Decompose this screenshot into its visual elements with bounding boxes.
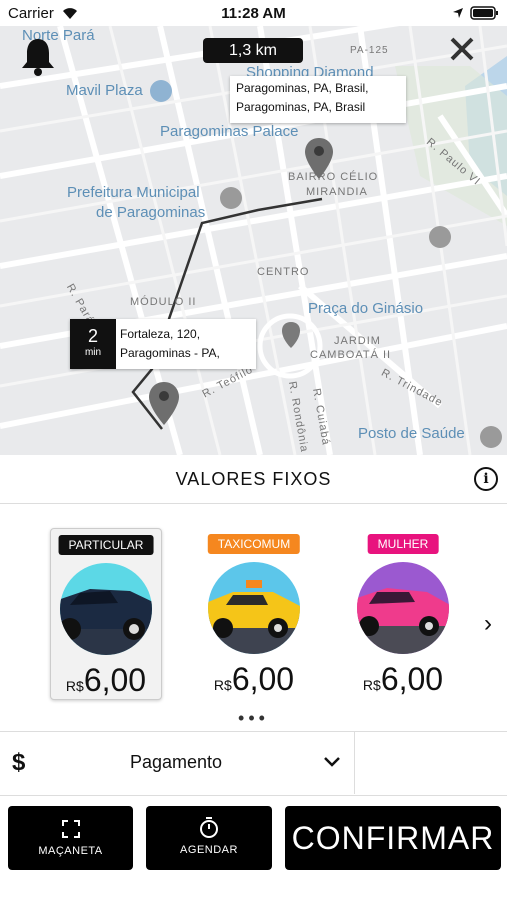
destination-line-2: Paragominas, PA, Brasil — [236, 100, 366, 114]
payment-select[interactable]: Pagamento — [130, 752, 222, 773]
price-value: 6,00 — [83, 662, 147, 698]
agendar-label: AGENDAR — [180, 844, 238, 856]
currency-label: R$ — [65, 678, 84, 694]
chevron-down-icon[interactable] — [323, 756, 341, 768]
payment-row[interactable] — [0, 731, 507, 796]
map-label-praca: Praça do Ginásio — [308, 300, 424, 317]
vehicle-badge: MULHER — [367, 534, 439, 554]
close-icon[interactable] — [449, 36, 475, 62]
currency-label: R$ — [213, 677, 232, 693]
destination-line-1: Paragominas, PA, Brasil, — [236, 81, 369, 95]
eta-value: 2 — [87, 326, 98, 346]
macaneta-button[interactable]: MAÇANETA — [8, 806, 133, 870]
page-indicator: ••• — [238, 708, 269, 728]
vehicle-badge: PARTICULAR — [58, 535, 154, 555]
expand-icon — [61, 820, 80, 838]
battery-icon — [470, 6, 498, 20]
fixed-prices-title: VALORES FIXOS — [175, 469, 332, 489]
distance-badge: 1,3 km — [203, 38, 303, 63]
map-area-jardim-2: CAMBOATÁ II — [310, 349, 392, 361]
map-label-mavil: Mavil Plaza — [66, 82, 143, 99]
vehicle-price: R$6,00 — [199, 661, 309, 698]
origin-line-1: Fortaleza, 120, — [120, 327, 201, 341]
origin-pin-icon[interactable] — [148, 381, 180, 427]
price-value: 6,00 — [380, 661, 444, 697]
vehicle-price: R$6,00 — [51, 662, 161, 699]
map-area-jardim-1: JARDIM — [334, 335, 381, 347]
fixed-prices-header: VALORES FIXOS — [0, 455, 507, 504]
vehicle-badge: TAXICOMUM — [207, 534, 301, 554]
agendar-button[interactable]: AGENDAR — [146, 806, 272, 870]
divider — [354, 731, 355, 794]
vehicle-option-mulher[interactable]: MULHER R$6,00 — [348, 528, 458, 698]
car-pink-icon — [357, 562, 449, 654]
vehicle-option-taxicomum[interactable]: TAXICOMUM R$6,00 — [199, 528, 309, 698]
destination-pin-icon[interactable] — [304, 137, 334, 181]
car-icon — [60, 563, 152, 655]
confirm-button[interactable]: CONFIRMAR — [285, 806, 501, 870]
map-label-posto: Posto de Saúde — [358, 425, 465, 442]
price-value: 6,00 — [231, 661, 295, 697]
map-street-pa125: PA-125 — [350, 45, 389, 56]
stopwatch-icon — [200, 817, 218, 838]
clock: 11:28 AM — [221, 5, 286, 22]
origin-line-2: Paragominas - PA, — [120, 346, 220, 360]
origin-address: Fortaleza, 120, Paragominas - PA, — [120, 325, 220, 363]
taxi-icon — [208, 562, 300, 654]
location-arrow-icon — [453, 8, 463, 18]
map-area-modulo: MÓDULO II — [130, 296, 197, 308]
status-bar: Carrier 11:28 AM — [0, 0, 507, 26]
currency-label: R$ — [362, 677, 381, 693]
map-area-bairro-2: MIRANDIA — [306, 186, 368, 198]
eta-box: 2 min — [70, 319, 116, 369]
destination-address-card[interactable]: Paragominas, PA, Brasil, Paragominas, PA… — [230, 76, 406, 123]
macaneta-label: MAÇANETA — [38, 845, 103, 857]
vehicle-option-particular[interactable]: PARTICULAR R$6,00 — [50, 528, 162, 700]
eta-unit: min — [84, 347, 102, 358]
dollar-icon: $ — [12, 749, 26, 776]
map-label-prefeitura-1: Prefeitura Municipal — [67, 184, 200, 201]
origin-eta-card[interactable]: 2 min Fortaleza, 120, Paragominas - PA, — [70, 319, 256, 369]
vehicle-price: R$6,00 — [348, 661, 458, 698]
info-icon[interactable]: i — [474, 467, 498, 491]
bell-icon[interactable] — [20, 36, 56, 76]
map-label-palace: Paragominas Palace — [160, 123, 299, 140]
map-label-prefeitura-2: de Paragominas — [96, 204, 206, 221]
map-area-centro: CENTRO — [257, 266, 310, 278]
chevron-right-icon[interactable]: › — [484, 610, 492, 638]
